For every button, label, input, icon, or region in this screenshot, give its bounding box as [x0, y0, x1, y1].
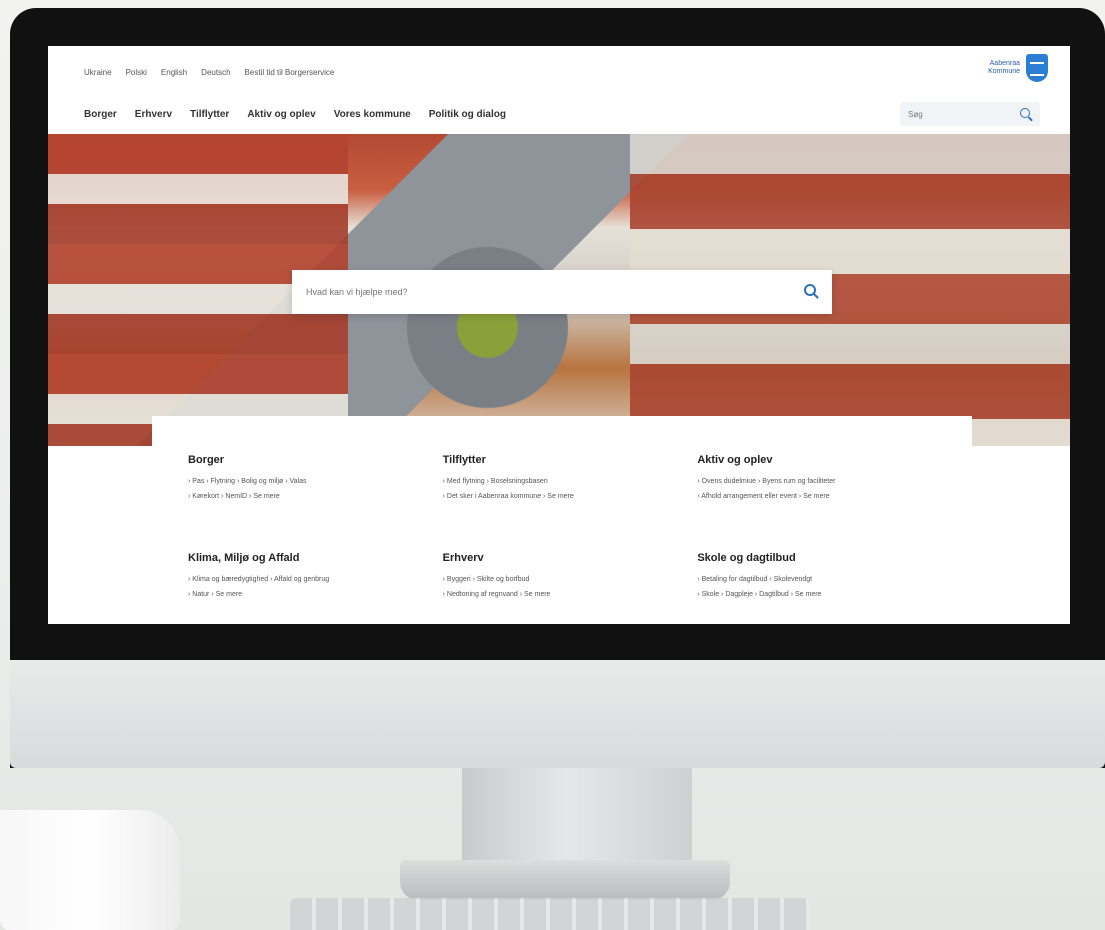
nav-item-politik-og-dialog[interactable]: Politik og dialog — [429, 109, 506, 120]
nav-item-erhverv[interactable]: Erhverv — [135, 109, 172, 120]
card-links: › Klima og bæredygtighed › Affald og gen… — [188, 572, 427, 603]
category-card: Tilflytter › Med flytning › Boselsningsb… — [443, 454, 682, 528]
website-screen: Ukraine Polski English Deutsch Bestil ti… — [48, 46, 1070, 624]
card-links: › Med flytning › Boselsningsbasen › Det … — [443, 474, 682, 505]
language-links: Ukraine Polski English Deutsch Bestil ti… — [84, 68, 334, 77]
shield-icon — [1026, 54, 1048, 82]
card-link-row[interactable]: › Med flytning › Boselsningsbasen — [443, 474, 682, 489]
nav-item-tilflytter[interactable]: Tilflytter — [190, 109, 229, 120]
monitor-stand — [462, 768, 692, 868]
main-nav: Borger Erhverv Tilflytter Aktiv og oplev… — [48, 94, 1070, 134]
card-link-row[interactable]: › Kørekort › NemID › Se mere — [188, 489, 427, 504]
card-link-row[interactable]: › Klima og bæredygtighed › Affald og gen… — [188, 572, 427, 587]
category-card: Klima, Miljø og Affald › Klima og bæredy… — [188, 552, 427, 624]
card-link-row[interactable]: › Ovens dudelmiue › Byens rum og facilit… — [697, 474, 936, 489]
nav-search-box — [900, 102, 1040, 126]
nav-item-borger[interactable]: Borger — [84, 109, 117, 120]
card-link-row[interactable]: › Skole › Dagpleje › Dagtilbud › Se mere — [697, 587, 936, 602]
logo-line1: Aabenraa — [989, 59, 1020, 67]
card-title[interactable]: Skole og dagtilbud — [697, 552, 936, 564]
monitor-chin — [10, 660, 1105, 768]
card-link-row[interactable]: › Byggeri › Skilte og borfbud — [443, 572, 682, 587]
coffee-cup — [0, 810, 180, 930]
card-links: › Pas › Flytning › Bolig og miljø › Vala… — [188, 474, 427, 505]
nav-item-vores-kommune[interactable]: Vores kommune — [334, 109, 411, 120]
logo-text: Aabenraa Kommune — [988, 60, 1020, 77]
lang-link-polski[interactable]: Polski — [126, 68, 147, 77]
category-card: Skole og dagtilbud › Betaling for dagtil… — [697, 552, 936, 624]
book-appointment-link[interactable]: Bestil tid til Borgerservice — [245, 68, 335, 77]
site-logo[interactable]: Aabenraa Kommune — [988, 54, 1048, 82]
card-links: › Betaling for dagtilbud › Skolevendgt ›… — [697, 572, 936, 603]
lang-link-ukraine[interactable]: Ukraine — [84, 68, 112, 77]
hero-search-input[interactable] — [306, 287, 786, 297]
hero-search-box — [292, 270, 832, 314]
card-link-row[interactable]: › Nedtoning af regnvand › Se mere — [443, 587, 682, 602]
category-cards: Borger › Pas › Flytning › Bolig og miljø… — [152, 416, 972, 624]
card-title[interactable]: Borger — [188, 454, 427, 466]
card-title[interactable]: Tilflytter — [443, 454, 682, 466]
card-links: › Ovens dudelmiue › Byens rum og facilit… — [697, 474, 936, 505]
card-link-row[interactable]: › Afhold arrangement eller event › Se me… — [697, 489, 936, 504]
card-title[interactable]: Aktiv og oplev — [697, 454, 936, 466]
card-title[interactable]: Klima, Miljø og Affald — [188, 552, 427, 564]
nav-item-aktiv-og-oplev[interactable]: Aktiv og oplev — [247, 109, 315, 120]
card-link-row[interactable]: › Det sker i Aabenraa kommune › Se mere — [443, 489, 682, 504]
card-link-row[interactable]: › Betaling for dagtilbud › Skolevendgt — [697, 572, 936, 587]
nav-search-input[interactable] — [908, 109, 1018, 119]
card-links: › Byggeri › Skilte og borfbud › Nedtonin… — [443, 572, 682, 603]
category-card: Borger › Pas › Flytning › Bolig og miljø… — [188, 454, 427, 528]
lang-link-deutsch[interactable]: Deutsch — [201, 68, 230, 77]
category-card: Aktiv og oplev › Ovens dudelmiue › Byens… — [697, 454, 936, 528]
top-bar: Ukraine Polski English Deutsch Bestil ti… — [48, 46, 1070, 94]
card-title[interactable]: Erhverv — [443, 552, 682, 564]
nav-items: Borger Erhverv Tilflytter Aktiv og oplev… — [84, 109, 506, 120]
card-link-row[interactable]: › Pas › Flytning › Bolig og miljø › Vala… — [188, 474, 427, 489]
logo-line2: Kommune — [988, 68, 1020, 75]
monitor-stand-base — [400, 860, 730, 900]
search-icon[interactable] — [804, 284, 816, 296]
lang-link-english[interactable]: English — [161, 68, 187, 77]
category-card: Erhverv › Byggeri › Skilte og borfbud › … — [443, 552, 682, 624]
search-icon[interactable] — [1020, 108, 1030, 118]
card-link-row[interactable]: › Natur › Se mere — [188, 587, 427, 602]
keyboard — [290, 898, 810, 930]
